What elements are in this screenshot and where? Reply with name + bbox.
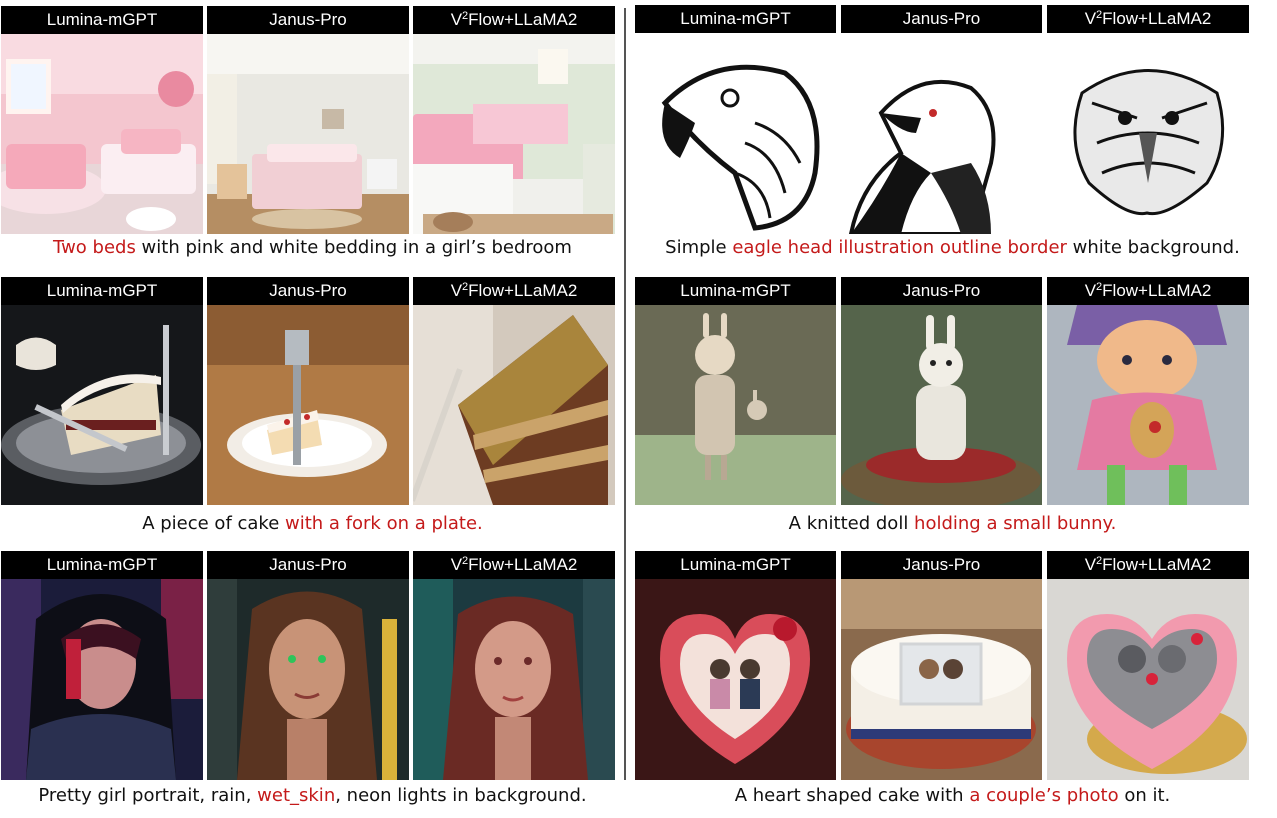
caption-text: Simple xyxy=(665,237,733,258)
header-v2flow-llama2: V2Flow+LLaMA2 xyxy=(413,277,615,305)
header-lumina-mgpt: Lumina-mGPT xyxy=(635,551,836,579)
image-cake-janus xyxy=(207,305,409,505)
header-v2flow-llama2: V2Flow+LLaMA2 xyxy=(413,551,615,579)
header-janus-pro: Janus-Pro xyxy=(841,5,1042,33)
caption-portrait: Pretty girl portrait, rain, wet_skin, ne… xyxy=(0,782,625,810)
header-v2flow-llama2: V2Flow+LLaMA2 xyxy=(1047,551,1249,579)
header-lumina-mgpt: Lumina-mGPT xyxy=(635,5,836,33)
header-v2flow-llama2: V2Flow+LLaMA2 xyxy=(413,6,615,34)
image-bedroom-v2flow xyxy=(413,34,615,234)
header-lumina-mgpt: Lumina-mGPT xyxy=(1,551,203,579)
image-portrait-lumina xyxy=(1,579,203,780)
caption-highlight: holding a small bunny. xyxy=(914,513,1117,534)
caption-text: on it. xyxy=(1118,785,1171,806)
header-lumina-mgpt: Lumina-mGPT xyxy=(1,277,203,305)
caption-text: white background. xyxy=(1066,237,1240,258)
caption-text: A heart shaped cake with xyxy=(734,785,970,806)
image-doll-janus xyxy=(841,305,1042,505)
caption-eagle: Simple eagle head illustration outline b… xyxy=(628,234,1277,262)
caption-highlight: wet_skin xyxy=(257,785,336,806)
image-doll-lumina xyxy=(635,305,836,505)
caption-doll: A knitted doll holding a small bunny. xyxy=(628,510,1277,538)
image-portrait-v2flow xyxy=(413,579,615,780)
header-janus-pro: Janus-Pro xyxy=(841,551,1042,579)
caption-text: Pretty girl portrait, rain, xyxy=(38,785,258,806)
header-janus-pro: Janus-Pro xyxy=(207,6,409,34)
caption-text: A knitted doll xyxy=(788,513,915,534)
header-lumina-mgpt: Lumina-mGPT xyxy=(1,6,203,34)
image-heartcake-janus xyxy=(841,579,1042,780)
column-divider xyxy=(624,8,626,780)
caption-text: A piece of cake xyxy=(142,513,286,534)
caption-highlight: eagle head illustration outline border xyxy=(732,237,1067,258)
header-janus-pro: Janus-Pro xyxy=(207,277,409,305)
image-heartcake-lumina xyxy=(635,579,836,780)
header-janus-pro: Janus-Pro xyxy=(207,551,409,579)
caption-cake: A piece of cake with a fork on a plate. xyxy=(0,510,625,538)
image-eagle-janus xyxy=(841,33,1042,234)
image-bedroom-lumina xyxy=(1,34,203,234)
caption-highlight: with a fork on a plate. xyxy=(285,513,483,534)
header-v2flow-llama2: V2Flow+LLaMA2 xyxy=(1047,5,1249,33)
caption-text: with pink and white bedding in a girl’s … xyxy=(135,237,572,258)
caption-highlight: a couple’s photo xyxy=(969,785,1119,806)
caption-highlight: Two beds xyxy=(53,237,136,258)
header-janus-pro: Janus-Pro xyxy=(841,277,1042,305)
header-lumina-mgpt: Lumina-mGPT xyxy=(635,277,836,305)
image-doll-v2flow xyxy=(1047,305,1249,505)
image-eagle-v2flow xyxy=(1047,33,1249,234)
caption-heart-cake: A heart shaped cake with a couple’s phot… xyxy=(628,782,1277,810)
image-bedroom-janus xyxy=(207,34,409,234)
header-v2flow-llama2: V2Flow+LLaMA2 xyxy=(1047,277,1249,305)
image-cake-lumina xyxy=(1,305,203,505)
image-heartcake-v2flow xyxy=(1047,579,1249,780)
image-eagle-lumina xyxy=(635,33,836,234)
caption-bedroom: Two beds with pink and white bedding in … xyxy=(0,234,625,262)
image-portrait-janus xyxy=(207,579,409,780)
image-cake-v2flow xyxy=(413,305,615,505)
caption-text: , neon lights in background. xyxy=(335,785,587,806)
